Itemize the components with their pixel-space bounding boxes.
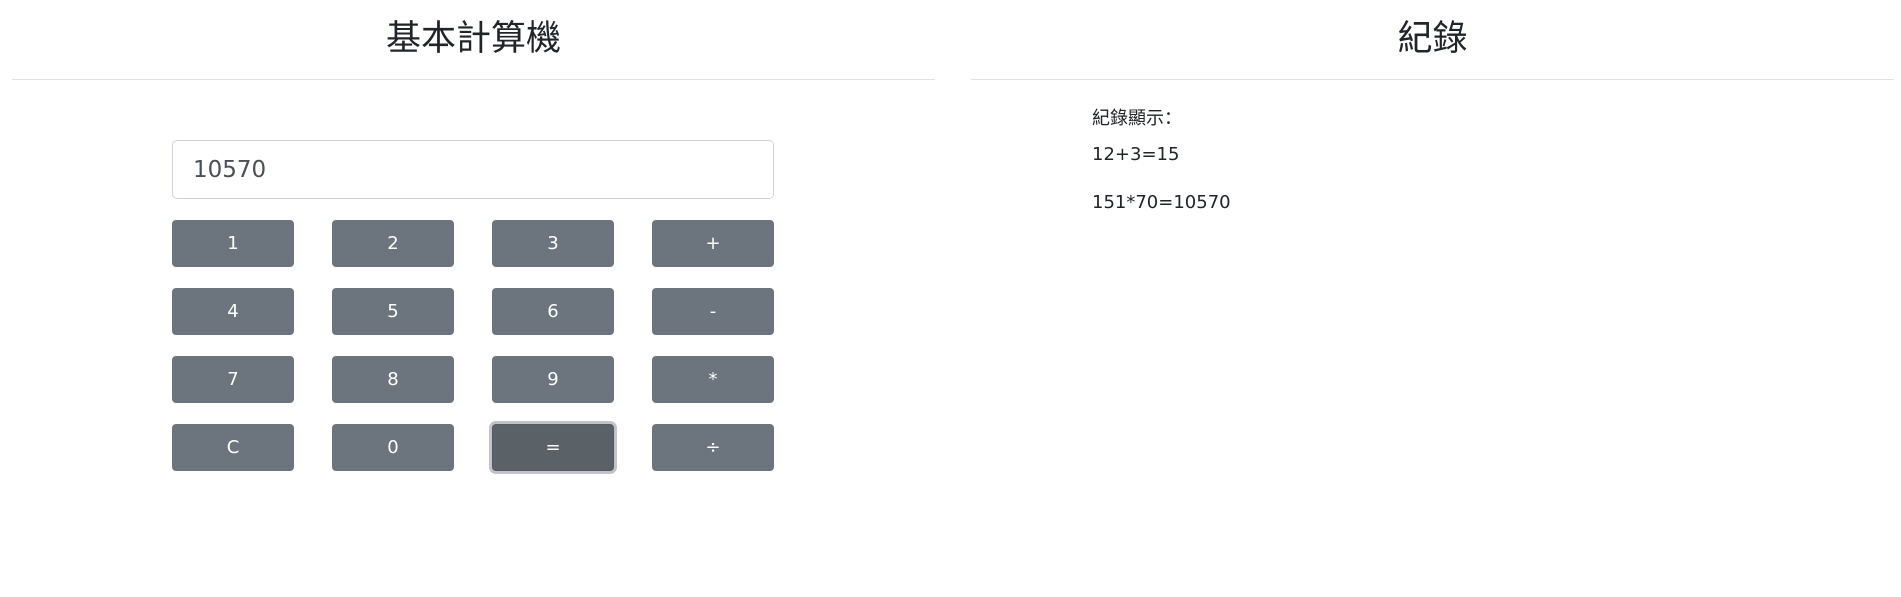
key-clear-button[interactable]: C [172,424,294,471]
records-panel: 紀錄 紀錄顯示： 12+3=15 151*70=10570 [971,0,1894,213]
records-list: 紀錄顯示： 12+3=15 151*70=10570 [1092,104,1792,240]
key-7-button[interactable]: 7 [172,356,294,403]
key-3-button[interactable]: 3 [492,220,614,267]
key-2-button[interactable]: 2 [332,220,454,267]
key-0-button[interactable]: 0 [332,424,454,471]
key-5-button[interactable]: 5 [332,288,454,335]
key-divide-button[interactable]: ÷ [652,424,774,471]
calculator-display[interactable] [172,140,774,199]
record-entry: 151*70=10570 [1092,192,1231,213]
key-minus-button[interactable]: - [652,288,774,335]
records-label: 紀錄顯示： [1092,108,1182,129]
key-1-button[interactable]: 1 [172,220,294,267]
key-9-button[interactable]: 9 [492,356,614,403]
records-title: 紀錄 [971,0,1894,80]
calculator-title: 基本計算機 [12,0,935,80]
key-8-button[interactable]: 8 [332,356,454,403]
page: 基本計算機 1 2 3 + 4 5 6 - 7 8 9 * C 0 = ÷ 紀錄… [0,0,1901,597]
calculator-panel: 基本計算機 1 2 3 + 4 5 6 - 7 8 9 * C 0 = ÷ [12,0,935,471]
key-multiply-button[interactable]: * [652,356,774,403]
keypad: 1 2 3 + 4 5 6 - 7 8 9 * C 0 = ÷ [172,220,774,471]
key-plus-button[interactable]: + [652,220,774,267]
key-4-button[interactable]: 4 [172,288,294,335]
key-equals-button[interactable]: = [492,424,614,471]
record-entry: 12+3=15 [1092,144,1180,165]
key-6-button[interactable]: 6 [492,288,614,335]
